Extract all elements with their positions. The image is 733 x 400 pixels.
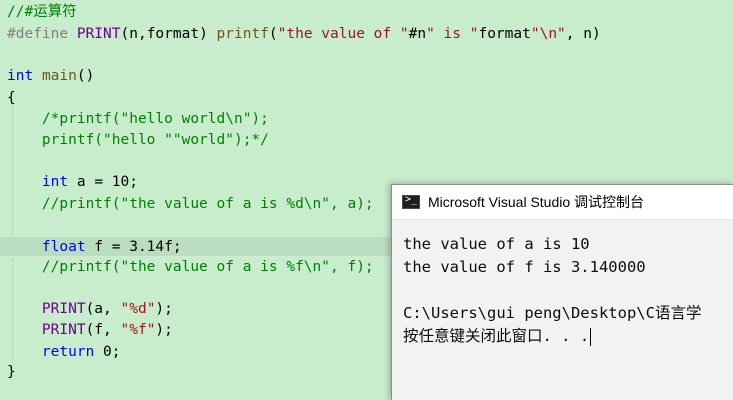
code-token: //#运算符 xyxy=(7,4,77,20)
code-token: PRINT xyxy=(76,26,121,42)
code-token: return xyxy=(41,344,95,360)
text-cursor xyxy=(590,327,592,346)
code-token: ); xyxy=(155,322,173,338)
code-token: #n xyxy=(408,26,427,42)
code-line: //#运算符 xyxy=(0,2,77,23)
code-line: PRINT(f, "%f"); xyxy=(0,320,173,341)
console-line: the value of f is 3.140000 xyxy=(403,258,646,276)
code-token: 0; xyxy=(94,344,121,360)
code-token: int xyxy=(7,68,34,84)
code-token: format xyxy=(478,26,531,42)
code-token: "\n" xyxy=(530,26,566,42)
code-token: "%d" xyxy=(120,301,156,317)
console-output[interactable]: the value of a is 10 the value of f is 3… xyxy=(403,233,733,348)
code-token: /*printf("hello world\n"); xyxy=(7,111,269,127)
code-token: { xyxy=(7,90,16,106)
code-token: int xyxy=(41,174,69,190)
code-token: "the value of " xyxy=(277,26,409,42)
console-prompt-line: 按任意键关闭此窗口. . . xyxy=(403,325,733,348)
code-token: main xyxy=(41,68,77,84)
code-token: ); xyxy=(155,301,173,317)
code-token: //printf("the value of a is %d\n", a); xyxy=(7,196,374,212)
code-token: "%f" xyxy=(120,322,156,338)
code-token: ( xyxy=(268,26,278,42)
console-prompt-text: 按任意键关闭此窗口. . . xyxy=(403,327,590,345)
code-token: } xyxy=(7,364,16,380)
code-token: PRINT xyxy=(41,322,86,338)
code-token: (a, xyxy=(85,301,121,317)
code-line: //printf("the value of a is %d\n", a); xyxy=(0,194,374,215)
code-token: #define xyxy=(7,26,77,42)
code-token: a = 10; xyxy=(68,174,138,190)
code-line: printf("hello ""world");*/ xyxy=(0,130,269,151)
code-line: int main() xyxy=(0,66,94,87)
console-titlebar[interactable]: >_ Microsoft Visual Studio 调试控制台 xyxy=(392,185,733,220)
code-token: //printf("the value of a is %f\n", f); xyxy=(7,259,374,275)
code-token: (f, xyxy=(85,322,121,338)
code-token: (n,format) xyxy=(120,26,217,42)
code-line: return 0; xyxy=(0,342,121,363)
code-line: { xyxy=(0,88,16,109)
code-token: , n) xyxy=(565,26,601,42)
code-line: #define PRINT(n,format) printf("the valu… xyxy=(0,24,601,45)
code-token: " is " xyxy=(426,26,479,42)
console-line: C:\Users\gui peng\Desktop\C语言学 xyxy=(403,304,702,322)
code-line: /*printf("hello world\n"); xyxy=(0,109,269,130)
console-title: Microsoft Visual Studio 调试控制台 xyxy=(428,194,645,210)
code-token: float xyxy=(41,239,86,255)
code-line: } xyxy=(0,362,16,383)
code-token: () xyxy=(76,68,95,84)
code-token: f = 3.14f; xyxy=(85,239,182,255)
code-token: printf("hello ""world");*/ xyxy=(7,132,269,148)
code-line: int a = 10; xyxy=(0,172,138,193)
code-line: //printf("the value of a is %f\n", f); xyxy=(0,257,374,278)
debug-console-window[interactable]: >_ Microsoft Visual Studio 调试控制台 the val… xyxy=(391,184,733,400)
console-icon: >_ xyxy=(402,194,420,209)
code-token: printf xyxy=(216,26,269,42)
code-token: PRINT xyxy=(41,301,86,317)
console-line: the value of a is 10 xyxy=(403,235,590,253)
code-line: PRINT(a, "%d"); xyxy=(0,299,173,320)
